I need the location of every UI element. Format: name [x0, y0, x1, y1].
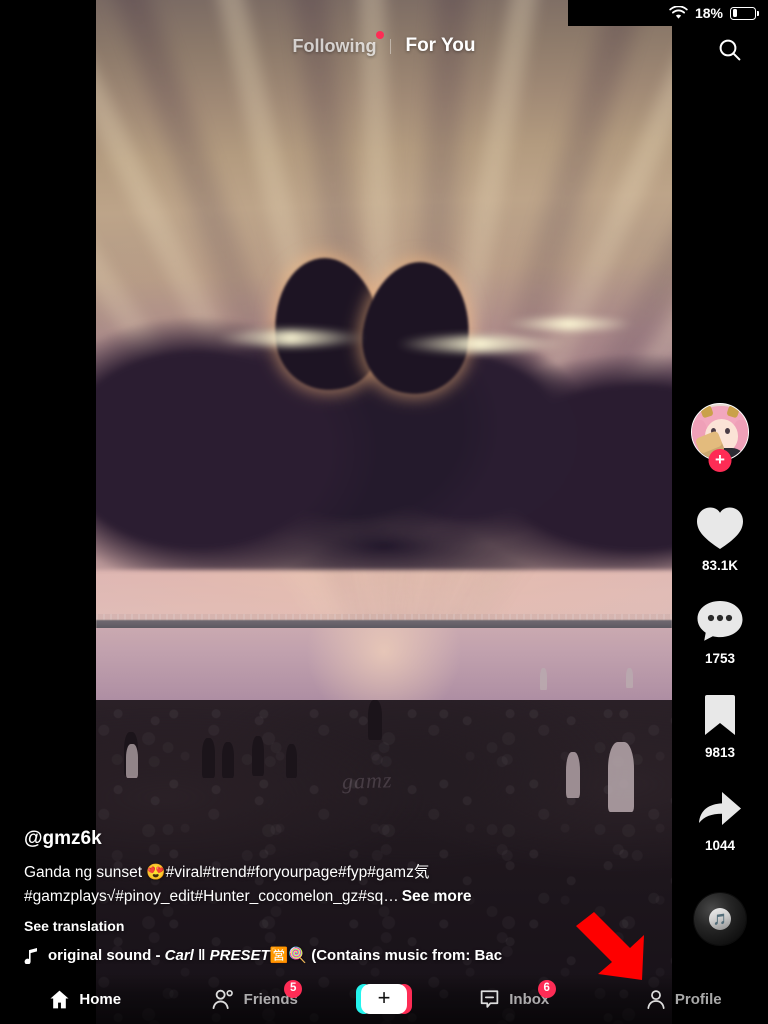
- avatar-wrap: +: [691, 403, 749, 472]
- person-silhouette: [540, 668, 547, 690]
- follow-button[interactable]: +: [708, 449, 732, 472]
- person-silhouette: [222, 742, 234, 778]
- post-caption[interactable]: Ganda ng sunset 😍#viral#trend#foryourpag…: [24, 861, 532, 909]
- person-silhouette: [126, 744, 138, 778]
- share-count: 1044: [704, 838, 736, 853]
- tab-for-you-label: For You: [405, 35, 476, 56]
- music-note-icon: [24, 947, 37, 964]
- video-watermark: gamz: [341, 767, 393, 794]
- following-badge-dot: [376, 30, 385, 39]
- bookmark-button[interactable]: 9813: [672, 692, 768, 760]
- music-disc-button[interactable]: 🎵: [672, 893, 768, 945]
- battery-percent-label: 18%: [694, 5, 723, 21]
- heart-icon: [697, 507, 743, 549]
- cloud-glow-streak: [504, 318, 634, 330]
- bookmark-count: 9813: [704, 745, 736, 760]
- nav-item-friends[interactable]: Friends 5: [170, 974, 340, 1024]
- top-navigation: Following For You: [0, 26, 768, 66]
- like-count: 83.1K: [701, 558, 739, 573]
- person-silhouette: [286, 744, 297, 778]
- tiktok-app-screen: gamz 18% Following For You + 83.1K 1753 …: [0, 0, 768, 1024]
- nav-label-home: Home: [79, 990, 122, 1008]
- status-bar: 18%: [568, 0, 768, 26]
- person-silhouette: [608, 742, 634, 812]
- share-arrow-icon: [699, 792, 741, 825]
- bottom-navigation: Home Friends 5 + Inbox 6 Profile: [0, 974, 768, 1024]
- cloud-glow-streak: [396, 336, 566, 352]
- follow-plus-label: +: [715, 450, 725, 469]
- wifi-icon: [669, 6, 688, 19]
- music-title: original sound - Carl ǁ PRESET🈺🍭 (Contai…: [48, 946, 502, 964]
- friends-badge: 5: [284, 980, 303, 998]
- comment-button[interactable]: 1753: [672, 598, 768, 666]
- person-silhouette: [626, 668, 633, 688]
- creator-handle[interactable]: @gmz6k: [24, 828, 532, 850]
- music-emoji: 🈺🍭: [269, 947, 308, 964]
- disc-album-art: 🎵: [709, 908, 731, 930]
- plus-icon: +: [377, 985, 391, 1010]
- nav-item-profile[interactable]: Profile: [599, 974, 768, 1024]
- post-info: @gmz6k Ganda ng sunset 😍#viral#trend#for…: [24, 828, 532, 964]
- person-silhouette: [368, 700, 382, 740]
- search-icon: [719, 39, 741, 61]
- creator-avatar-button[interactable]: +: [672, 403, 768, 472]
- profile-icon: [647, 989, 665, 1009]
- person-silhouette: [566, 752, 580, 798]
- caption-text: Ganda ng sunset 😍#viral#trend#foryourpag…: [24, 863, 430, 905]
- person-silhouette: [202, 738, 215, 778]
- battery-icon: [730, 6, 759, 20]
- person-silhouette: [252, 736, 264, 776]
- music-row[interactable]: original sound - Carl ǁ PRESET🈺🍭 (Contai…: [24, 946, 532, 964]
- friends-icon: [212, 989, 233, 1009]
- share-button[interactable]: 1044: [672, 785, 768, 853]
- like-button[interactable]: 83.1K: [672, 505, 768, 573]
- tab-following[interactable]: Following: [278, 30, 390, 57]
- search-button[interactable]: [708, 28, 752, 72]
- music-disc-icon: 🎵: [694, 893, 746, 945]
- comment-count: 1753: [704, 651, 736, 666]
- nav-item-inbox[interactable]: Inbox 6: [429, 974, 599, 1024]
- nav-label-profile: Profile: [674, 990, 722, 1008]
- tab-for-you[interactable]: For You: [391, 35, 489, 57]
- create-button-wrap: +: [339, 984, 429, 1014]
- inbox-icon: [480, 990, 499, 1008]
- bookmark-icon: [705, 695, 735, 735]
- inbox-badge: 6: [537, 980, 556, 998]
- action-rail: + 83.1K 1753 9813 1044 🎵: [672, 0, 768, 1024]
- music-author: Carl ǁ PRESET: [164, 947, 270, 964]
- see-translation-button[interactable]: See translation: [24, 918, 532, 934]
- comment-icon: [697, 601, 743, 641]
- tab-following-label: Following: [292, 35, 377, 56]
- music-prefix: original sound -: [48, 947, 165, 964]
- cloud-glow-streak: [216, 330, 366, 346]
- create-button[interactable]: +: [356, 984, 412, 1014]
- music-suffix: (Contains music from: Bac: [307, 947, 503, 964]
- nav-item-home[interactable]: Home: [0, 974, 170, 1024]
- home-icon: [50, 990, 69, 1008]
- see-more-button[interactable]: See more: [402, 888, 472, 905]
